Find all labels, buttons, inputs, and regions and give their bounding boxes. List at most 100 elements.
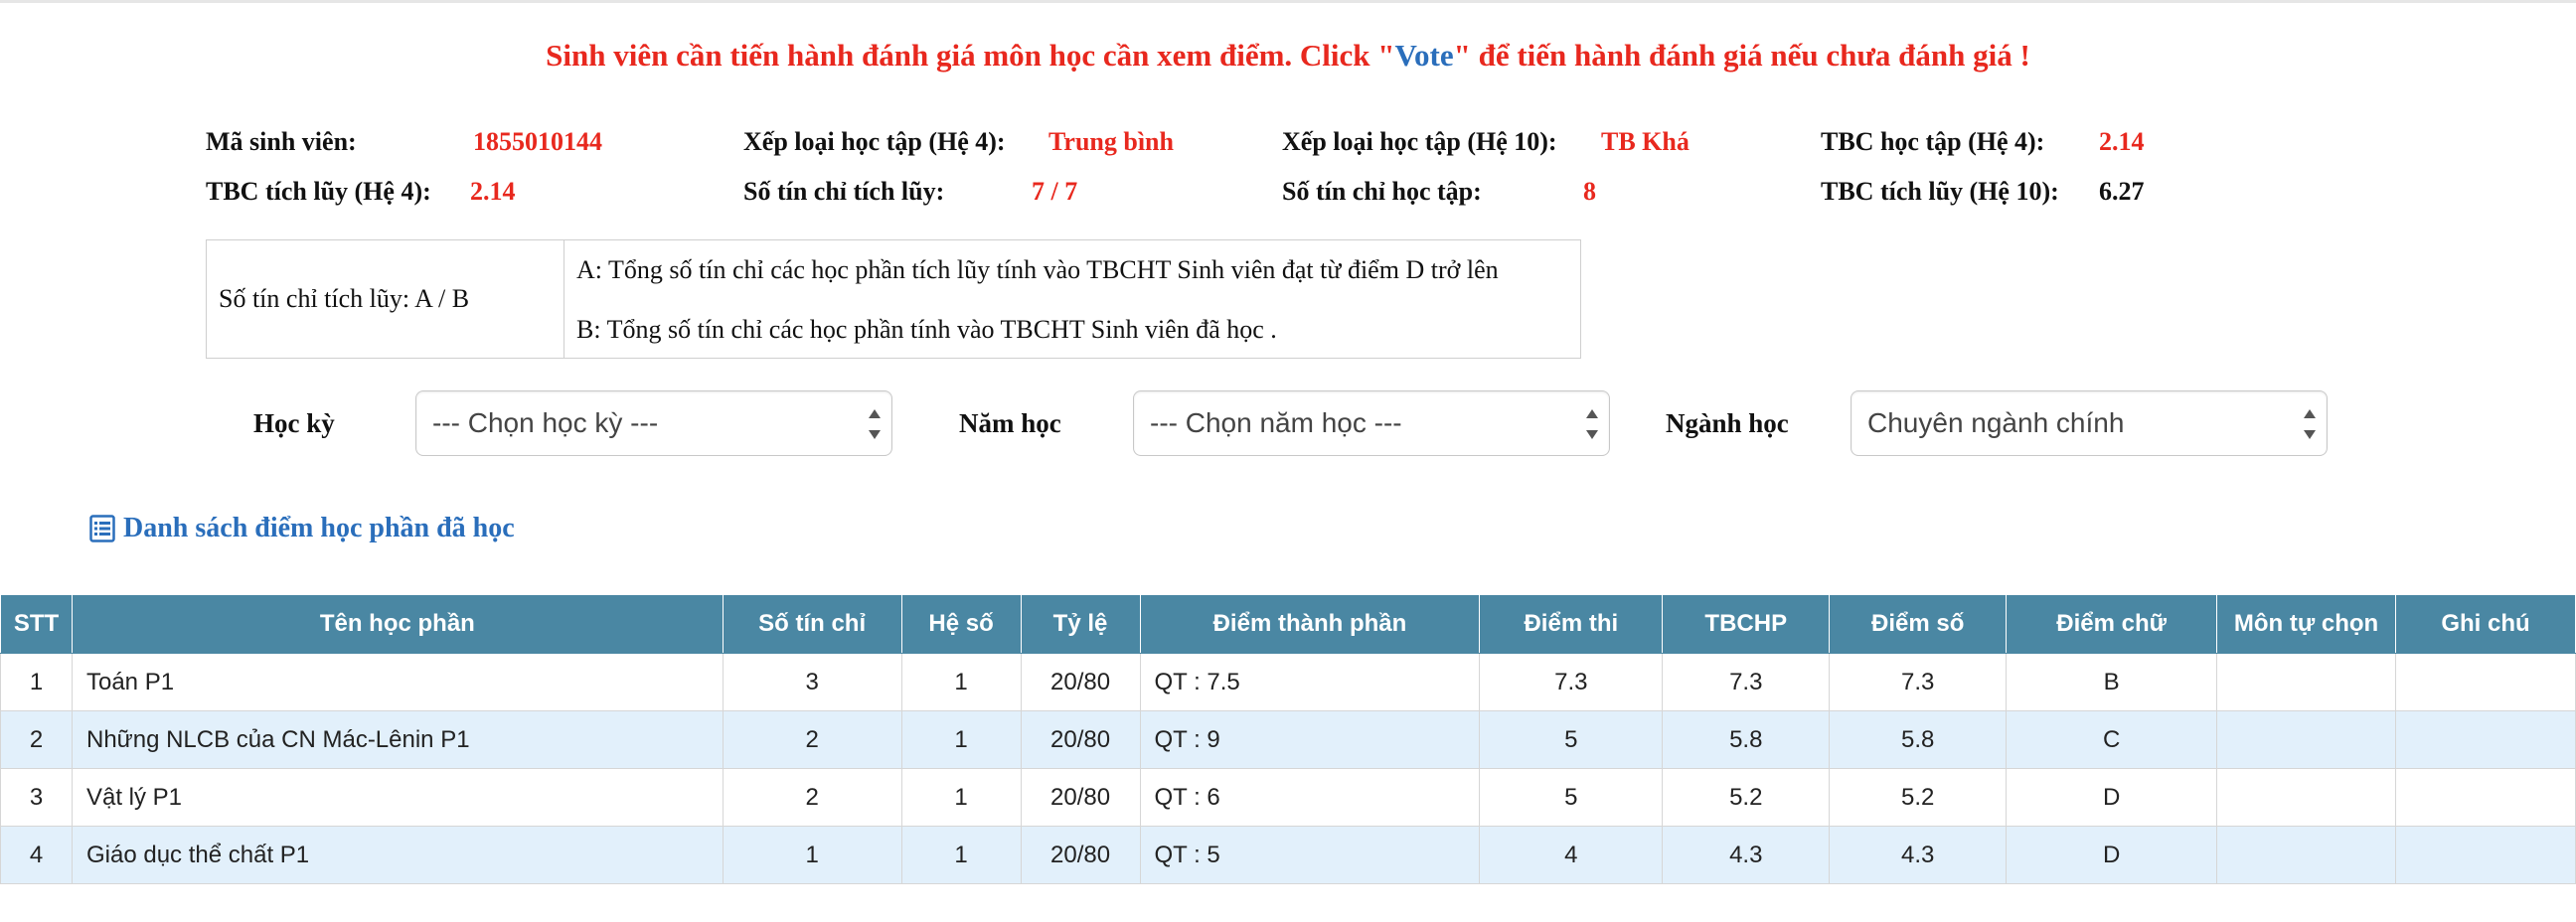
table-row: 2 Những NLCB của CN Mác-Lênin P1 2 1 20/… xyxy=(0,710,2576,769)
col-elective: Môn tự chọn xyxy=(2216,594,2396,654)
cell-component-score: QT : 7.5 xyxy=(1139,653,1481,711)
cell-course-name: Những NLCB của CN Mác-Lênin P1 xyxy=(71,710,724,769)
semester-select[interactable]: --- Chọn học kỳ --- xyxy=(415,390,892,456)
year-select[interactable]: --- Chọn năm học --- xyxy=(1133,390,1610,456)
cell-note xyxy=(2395,826,2576,884)
cell-stt: 4 xyxy=(0,826,73,884)
credits-legend: Số tín chỉ tích lũy: A / B A: Tổng số tí… xyxy=(206,239,1581,359)
notice-text-after: " để tiến hành đánh giá nếu chưa đánh gi… xyxy=(1453,38,2030,73)
cell-stt: 3 xyxy=(0,768,73,827)
cell-component-score: QT : 9 xyxy=(1139,710,1481,769)
major-label: Ngành học xyxy=(1666,408,1789,438)
cell-note xyxy=(2395,710,2576,769)
cell-tbchp: 5.2 xyxy=(1662,768,1831,827)
cell-tbchp: 5.8 xyxy=(1662,710,1831,769)
notice-text-before: Sinh viên cần tiến hành đánh giá môn học… xyxy=(546,38,1395,73)
cell-elective xyxy=(2216,710,2396,769)
cell-coefficient: 1 xyxy=(900,653,1022,711)
select-arrows-icon xyxy=(1585,407,1599,441)
col-ratio: Tỷ lệ xyxy=(1020,594,1141,654)
cell-exam-score: 4 xyxy=(1479,826,1664,884)
cum-gpa-10-label: TBC tích lũy (Hệ 10): xyxy=(1821,177,2059,206)
select-arrows-icon xyxy=(2303,407,2317,441)
table-row: 4 Giáo dục thể chất P1 1 1 20/80 QT : 5 … xyxy=(0,826,2576,884)
col-letter-grade: Điểm chữ xyxy=(2006,594,2218,654)
student-id-value: 1855010144 xyxy=(473,127,602,156)
cell-ratio: 20/80 xyxy=(1020,768,1141,827)
rank-10-label: Xếp loại học tập (Hệ 10): xyxy=(1282,127,1557,156)
cell-stt: 2 xyxy=(0,710,73,769)
cell-elective xyxy=(2216,653,2396,711)
summary-row-1: Mã sinh viên: 1855010144 Xếp loại học tậ… xyxy=(206,127,2193,177)
cell-coefficient: 1 xyxy=(900,826,1022,884)
cell-credits: 2 xyxy=(722,710,902,769)
rank-4-value: Trung bình xyxy=(1048,127,1174,156)
cell-ratio: 20/80 xyxy=(1020,826,1141,884)
filter-bar: Học kỳ --- Chọn học kỳ --- Năm học --- C… xyxy=(0,390,2576,458)
vote-link[interactable]: Vote xyxy=(1395,38,1454,73)
cell-exam-score: 5 xyxy=(1479,710,1664,769)
cell-component-score: QT : 5 xyxy=(1139,826,1481,884)
legend-b: B: Tổng số tín chỉ các học phần tính vào… xyxy=(576,315,1277,344)
cell-note xyxy=(2395,768,2576,827)
col-coefficient: Hệ số xyxy=(900,594,1022,654)
summary-row-2: TBC tích lũy (Hệ 4): 2.14 Số tín chỉ tíc… xyxy=(206,177,2193,227)
cell-elective xyxy=(2216,826,2396,884)
credits-studied-label: Số tín chỉ học tập: xyxy=(1282,177,1482,206)
cell-letter-grade: D xyxy=(2006,768,2218,827)
cell-letter-grade: D xyxy=(2006,826,2218,884)
table-header-row: STT Tên học phần Số tín chỉ Hệ số Tỷ lệ … xyxy=(0,594,2576,654)
cell-exam-score: 7.3 xyxy=(1479,653,1664,711)
year-select-value: --- Chọn năm học --- xyxy=(1150,407,1402,438)
cell-course-name: Giáo dục thể chất P1 xyxy=(71,826,724,884)
cum-gpa-4-label: TBC tích lũy (Hệ 4): xyxy=(206,177,431,206)
col-component-score: Điểm thành phần xyxy=(1139,594,1481,654)
col-exam-score: Điểm thi xyxy=(1479,594,1664,654)
table-row: 1 Toán P1 3 1 20/80 QT : 7.5 7.3 7.3 7.3… xyxy=(0,653,2576,711)
cell-exam-score: 5 xyxy=(1479,768,1664,827)
table-row: 3 Vật lý P1 2 1 20/80 QT : 6 5 5.2 5.2 D xyxy=(0,768,2576,827)
cell-score: 5.8 xyxy=(1829,710,2008,769)
cum-gpa-10-value: 6.27 xyxy=(2099,177,2145,206)
gpa-4-label: TBC học tập (Hệ 4): xyxy=(1821,127,2045,156)
cell-ratio: 20/80 xyxy=(1020,710,1141,769)
cell-coefficient: 1 xyxy=(900,768,1022,827)
col-course-name: Tên học phần xyxy=(71,594,724,654)
major-select[interactable]: Chuyên ngành chính xyxy=(1851,390,2328,456)
rank-4-label: Xếp loại học tập (Hệ 4): xyxy=(743,127,1006,156)
cell-letter-grade: B xyxy=(2006,653,2218,711)
cell-credits: 3 xyxy=(722,653,902,711)
list-icon xyxy=(89,515,115,542)
cell-score: 4.3 xyxy=(1829,826,2008,884)
cell-course-name: Toán P1 xyxy=(71,653,724,711)
student-id-label: Mã sinh viên: xyxy=(206,127,357,156)
cell-score: 5.2 xyxy=(1829,768,2008,827)
year-label: Năm học xyxy=(959,408,1061,438)
cell-course-name: Vật lý P1 xyxy=(71,768,724,827)
grades-list-title: Danh sách điểm học phần đã học xyxy=(123,513,515,543)
rank-10-value: TB Khá xyxy=(1601,127,1690,156)
cell-coefficient: 1 xyxy=(900,710,1022,769)
major-select-value: Chuyên ngành chính xyxy=(1867,407,2125,438)
cell-note xyxy=(2395,653,2576,711)
col-score: Điểm số xyxy=(1829,594,2008,654)
legend-definitions: A: Tổng số tín chỉ các học phần tích lũy… xyxy=(564,240,1580,358)
grades-list-heading: Danh sách điểm học phần đã học xyxy=(89,513,515,544)
cell-stt: 1 xyxy=(0,653,73,711)
cell-credits: 2 xyxy=(722,768,902,827)
col-credits: Số tín chỉ xyxy=(722,594,902,654)
select-arrows-icon xyxy=(868,407,882,441)
cum-gpa-4-value: 2.14 xyxy=(470,177,516,206)
legend-title: Số tín chỉ tích lũy: A / B xyxy=(207,240,564,358)
cell-elective xyxy=(2216,768,2396,827)
cell-ratio: 20/80 xyxy=(1020,653,1141,711)
col-stt: STT xyxy=(0,594,73,654)
semester-select-value: --- Chọn học kỳ --- xyxy=(432,407,659,438)
cell-tbchp: 7.3 xyxy=(1662,653,1831,711)
credits-accumulated-value: 7 / 7 xyxy=(1032,177,1078,206)
evaluation-notice: Sinh viên cần tiến hành đánh giá môn học… xyxy=(0,38,2576,74)
cell-score: 7.3 xyxy=(1829,653,2008,711)
cell-tbchp: 4.3 xyxy=(1662,826,1831,884)
top-divider xyxy=(0,0,2576,3)
col-note: Ghi chú xyxy=(2395,594,2576,654)
